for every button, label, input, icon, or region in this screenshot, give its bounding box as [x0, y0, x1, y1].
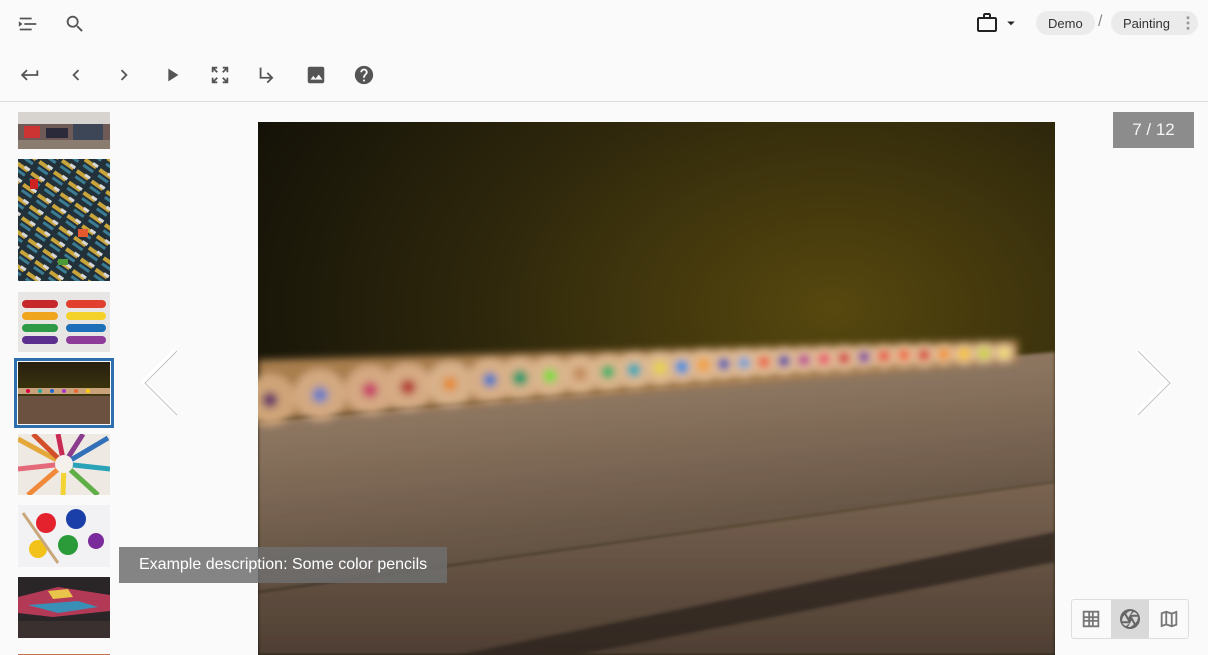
- play-icon[interactable]: [160, 63, 184, 87]
- search-icon[interactable]: [63, 12, 87, 36]
- previous-image-arrow-icon[interactable]: [136, 346, 182, 418]
- next-chevron-icon[interactable]: [112, 63, 136, 87]
- thumbnail-5[interactable]: [18, 434, 110, 495]
- breadcrumb-demo[interactable]: Demo: [1036, 11, 1095, 35]
- prev-chevron-icon[interactable]: [64, 63, 88, 87]
- image-counter: 7 / 12: [1113, 112, 1194, 148]
- fullscreen-icon[interactable]: [208, 63, 232, 87]
- caret-down-icon[interactable]: [1002, 14, 1020, 32]
- briefcase-icon[interactable]: [974, 10, 1000, 36]
- aperture-icon[interactable]: [1110, 600, 1150, 638]
- thumbnail-7[interactable]: [18, 577, 110, 638]
- thumbnail-8[interactable]: [18, 648, 110, 655]
- thumbnail-3[interactable]: [18, 292, 110, 352]
- return-icon[interactable]: [18, 63, 42, 87]
- subdirectory-icon[interactable]: [255, 63, 279, 87]
- grid-icon[interactable]: [1072, 600, 1111, 638]
- thumbnail-4[interactable]: [14, 358, 114, 428]
- thumbnail-2[interactable]: [18, 159, 110, 281]
- toolbar-divider: [0, 101, 1208, 102]
- map-icon[interactable]: [1149, 600, 1188, 638]
- more-vert-icon[interactable]: [1178, 13, 1198, 33]
- thumbnail-6[interactable]: [18, 505, 110, 567]
- thumbnail-1[interactable]: [18, 112, 110, 149]
- help-icon[interactable]: [352, 63, 376, 87]
- view-mode-toggle: [1071, 599, 1189, 639]
- next-image-arrow-icon[interactable]: [1131, 346, 1177, 418]
- image-caption: Example description: Some color pencils: [119, 547, 447, 583]
- image-icon[interactable]: [304, 63, 328, 87]
- breadcrumb-current-label: Painting: [1123, 15, 1170, 31]
- breadcrumb-separator: /: [1098, 13, 1103, 30]
- menu-expand-icon[interactable]: [16, 12, 40, 36]
